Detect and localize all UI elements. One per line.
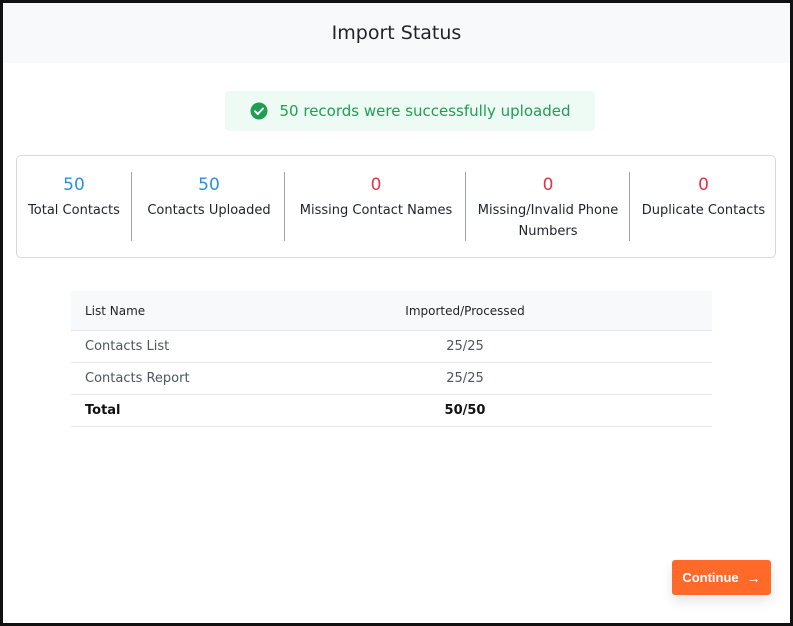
- stat-label: Missing Contact Names: [299, 203, 453, 218]
- success-message: 50 records were successfully uploaded: [279, 102, 571, 120]
- stat-value: 0: [698, 175, 709, 195]
- total-value: 50/50: [444, 403, 486, 418]
- column-header-imported-processed: Imported/Processed: [405, 303, 525, 318]
- success-banner: 50 records were successfully uploaded: [225, 91, 595, 131]
- arrow-right-icon: →: [746, 569, 761, 586]
- stat-missing-contact-names: 0 Missing Contact Names: [287, 170, 465, 240]
- continue-label: Continue: [682, 570, 739, 585]
- page-title: Import Status: [331, 22, 462, 44]
- stat-contacts-uploaded: 50 Contacts Uploaded: [134, 170, 284, 240]
- stat-label-line-2: Numbers: [518, 224, 578, 239]
- table-header-row: List Name Imported/Processed: [71, 291, 712, 331]
- stat-label: Duplicate Contacts: [641, 203, 766, 218]
- stat-divider: [284, 172, 285, 241]
- continue-button[interactable]: Continue →: [672, 560, 771, 595]
- stat-value: 50: [198, 175, 220, 195]
- stat-value: 50: [63, 175, 85, 195]
- stat-total-contacts: 50 Total Contacts: [19, 170, 129, 240]
- stat-divider: [465, 172, 466, 241]
- list-name-cell: Contacts List: [85, 339, 170, 354]
- column-header-list-name: List Name: [85, 303, 146, 318]
- stat-value: 0: [370, 175, 382, 195]
- import-summary-stats: 50 Total Contacts 50 Contacts Uploaded 0…: [16, 155, 776, 258]
- stat-label: Total Contacts: [28, 203, 120, 218]
- modal-header: Import Status: [3, 3, 790, 63]
- stat-label: Contacts Uploaded: [147, 203, 271, 218]
- import-results-table: List Name Imported/Processed Contacts Li…: [71, 291, 712, 427]
- stat-value: 0: [542, 175, 554, 195]
- stat-label-line-1: Missing/Invalid Phone: [477, 203, 619, 218]
- stat-divider: [629, 172, 630, 241]
- stat-missing-invalid-phone: 0 Missing/Invalid Phone Numbers: [468, 170, 628, 240]
- table-row: Contacts Report 25/25: [71, 363, 712, 395]
- check-circle-icon: [250, 102, 268, 120]
- stat-divider: [131, 172, 132, 241]
- imported-processed-cell: 25/25: [446, 371, 484, 386]
- table-row: Contacts List 25/25: [71, 331, 712, 363]
- total-label: Total: [85, 403, 121, 418]
- list-name-cell: Contacts Report: [85, 371, 190, 386]
- imported-processed-cell: 25/25: [446, 339, 484, 354]
- table-total-row: Total 50/50: [71, 395, 712, 427]
- import-status-modal: Import Status 50 records were successful…: [0, 0, 793, 626]
- stat-duplicate-contacts: 0 Duplicate Contacts: [632, 170, 775, 240]
